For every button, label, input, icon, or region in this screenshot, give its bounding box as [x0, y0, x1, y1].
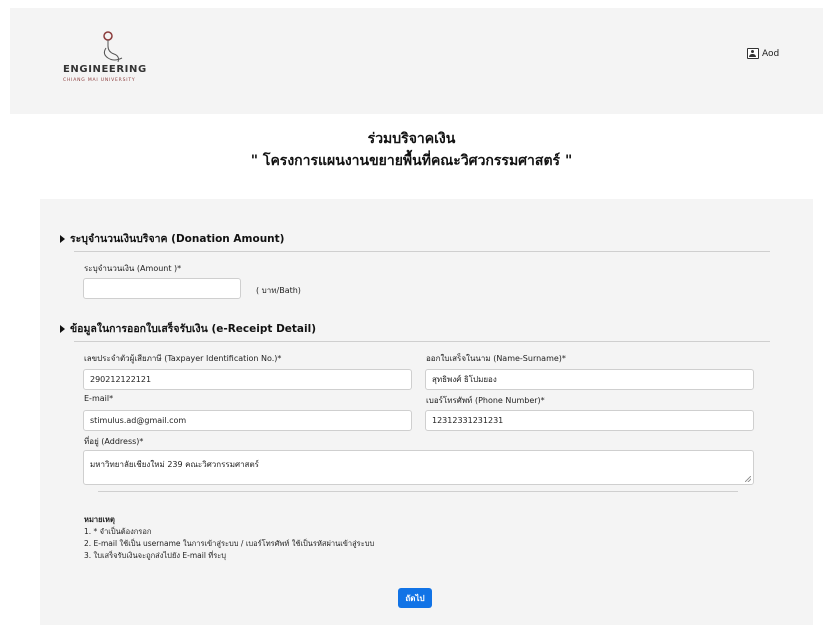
- engineering-logo[interactable]: ENGINEERING CHIANG MAI UNIVERSITY: [63, 30, 183, 86]
- amount-label: ระบุจำนวนเงิน (Amount )*: [84, 264, 182, 273]
- name-input[interactable]: สุทธิพงศ์ ธิโปมยอง: [425, 369, 754, 390]
- address-label: ที่อยู่ (Address)*: [84, 437, 144, 446]
- address-textarea[interactable]: มหาวิทยาลัยเชียงใหม่ 239 คณะวิศวกรรมศาสต…: [83, 450, 754, 485]
- resize-handle-icon[interactable]: [745, 476, 751, 482]
- email-input[interactable]: stimulus.ad@gmail.com: [83, 410, 412, 431]
- logo-subtext: CHIANG MAI UNIVERSITY: [63, 78, 136, 83]
- notes-title: หมายเหตุ: [84, 515, 115, 524]
- note-item: 1. * จำเป็นต้องกรอก: [84, 527, 152, 536]
- address-value: มหาวิทยาลัยเชียงใหม่ 239 คณะวิศวกรรมศาสต…: [90, 460, 259, 469]
- receipt-section-title: ข้อมูลในการออกใบเสร็จรับเงิน (e-Receipt …: [70, 323, 317, 335]
- donation-section-heading: ระบุจำนวนเงินบริจาค (Donation Amount): [60, 230, 284, 247]
- logo-text: ENGINEERING: [63, 64, 147, 75]
- site-header: ENGINEERING CHIANG MAI UNIVERSITY Aod: [10, 8, 823, 114]
- note-item: 2. E-mail ใช้เป็น username ในการเข้าสู่ร…: [84, 539, 375, 548]
- divider: [98, 491, 738, 492]
- elephant-logo-icon: [103, 31, 123, 63]
- caret-right-icon: [60, 324, 65, 333]
- amount-unit: ( บาท/Bath): [256, 286, 301, 295]
- email-label: E-mail*: [84, 394, 114, 403]
- note-item: 3. ใบเสร็จรับเงินจะถูกส่งไปยัง E-mail ที…: [84, 551, 227, 560]
- phone-label: เบอร์โทรศัพท์ (Phone Number)*: [426, 396, 545, 405]
- tax-id-input[interactable]: 290212122121: [83, 369, 412, 390]
- phone-input[interactable]: 12312331231231: [425, 410, 754, 431]
- next-button[interactable]: ถัดไป: [398, 588, 432, 608]
- amount-input[interactable]: [83, 278, 241, 299]
- divider: [74, 341, 770, 342]
- divider: [74, 251, 770, 252]
- user-name: Aod: [762, 48, 780, 59]
- donation-section-title: ระบุจำนวนเงินบริจาค (Donation Amount): [70, 233, 285, 245]
- name-label: ออกใบเสร็จในนาม (Name-Surname)*: [426, 354, 566, 363]
- caret-right-icon: [60, 234, 65, 243]
- tax-id-label: เลขประจำตัวผู้เสียภาษี (Taxpayer Identif…: [84, 354, 282, 363]
- page-subtitle: " โครงการแผนงานขยายพื้นที่คณะวิศวกรรมศาส…: [250, 153, 573, 169]
- receipt-section-heading: ข้อมูลในการออกใบเสร็จรับเงิน (e-Receipt …: [60, 320, 316, 337]
- user-menu[interactable]: Aod: [747, 48, 779, 59]
- notes-block: หมายเหตุ 1. * จำเป็นต้องกรอก 2. E-mail ใ…: [84, 514, 374, 562]
- user-icon: [747, 48, 759, 59]
- page-title: ร่วมบริจาคเงิน: [367, 131, 456, 147]
